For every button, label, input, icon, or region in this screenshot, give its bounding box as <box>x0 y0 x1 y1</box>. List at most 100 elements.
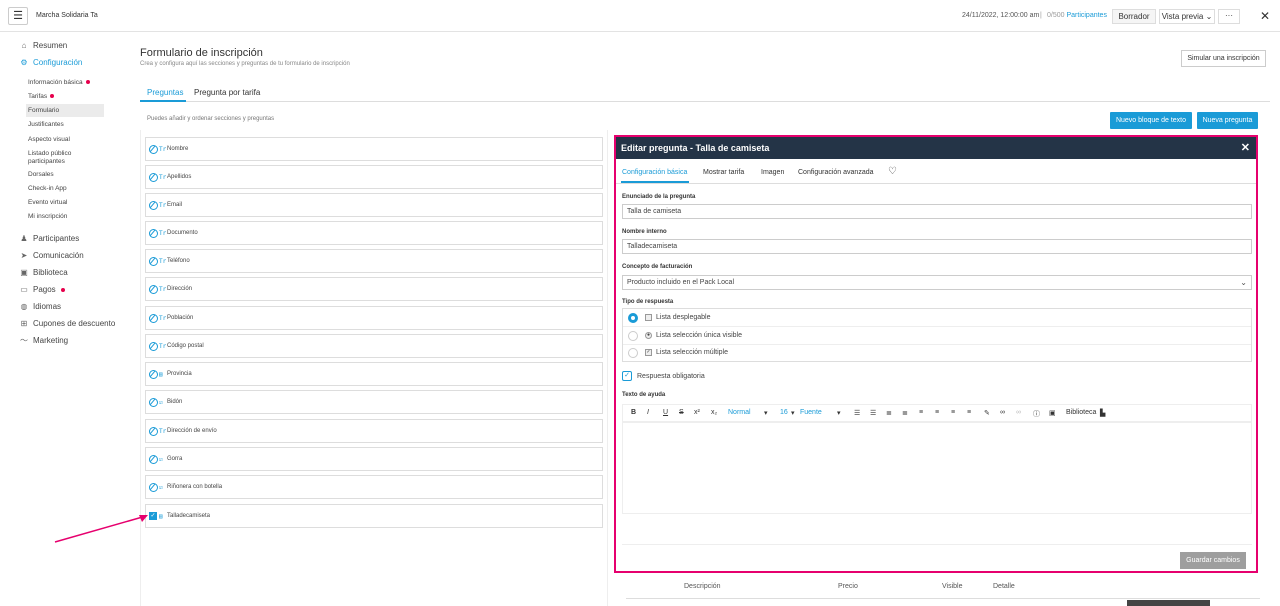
heart-icon[interactable]: ♡ <box>888 166 897 177</box>
align-left-icon[interactable]: ≡ <box>919 409 923 416</box>
visible-checkbox[interactable]: ✓ <box>149 512 157 520</box>
question-row[interactable]: Tr Email <box>145 193 603 217</box>
draft-button[interactable]: Borrador <box>1112 9 1156 24</box>
question-row[interactable]: ☑ Bidón <box>145 390 603 414</box>
checkbox-type-icon: ✓ <box>645 349 652 356</box>
visibility-off-icon[interactable] <box>149 370 158 379</box>
visibility-off-icon[interactable] <box>149 483 158 492</box>
visibility-off-icon[interactable] <box>149 342 158 351</box>
close-icon[interactable]: ✕ <box>1241 137 1250 159</box>
tab-configuracion-basica[interactable]: Configuración básica <box>622 169 687 176</box>
visibility-off-icon[interactable] <box>149 201 158 210</box>
sidebar-subitem-informacion-basica[interactable]: Información básica <box>28 79 106 87</box>
tab-preguntas[interactable]: Preguntas <box>147 88 183 97</box>
tab-imagen[interactable]: Imagen <box>761 169 784 176</box>
radio-seleccion-unica[interactable] <box>628 331 638 341</box>
visibility-off-icon[interactable] <box>149 257 158 266</box>
question-row[interactable]: Tr Documento <box>145 221 603 245</box>
library-icon[interactable]: ▙ <box>1100 409 1105 417</box>
link-icon[interactable]: ∞ <box>1000 409 1005 416</box>
sidebar-subitem-evento-virtual[interactable]: Evento virtual <box>28 199 106 207</box>
new-text-block-button[interactable]: Nuevo bloque de texto <box>1110 112 1192 129</box>
sidebar-item-comunicacion[interactable]: ➤ Comunicación <box>20 251 84 260</box>
mandatory-checkbox-row[interactable]: ✓ Respuesta obligatoria <box>622 371 705 381</box>
radio-seleccion-multiple[interactable] <box>628 348 638 358</box>
visibility-off-icon[interactable] <box>149 173 158 182</box>
info-icon[interactable]: ⓘ <box>1033 409 1040 419</box>
question-row[interactable]: Tr Dirección <box>145 277 603 301</box>
sidebar-item-pagos[interactable]: ▭ Pagos <box>20 285 65 294</box>
unlink-icon[interactable]: ∞ <box>1016 409 1021 416</box>
question-row[interactable]: ☑ Gorra <box>145 447 603 471</box>
underline-button[interactable]: U <box>663 409 668 416</box>
visibility-off-icon[interactable] <box>149 145 158 154</box>
preview-button[interactable]: Vista previa ⌄ <box>1159 9 1215 24</box>
sidebar-subitem-justificantes[interactable]: Justificantes <box>28 121 106 129</box>
question-row[interactable]: Tr Población <box>145 306 603 330</box>
visibility-off-icon[interactable] <box>149 285 158 294</box>
save-changes-button[interactable]: Guardar cambios <box>1180 552 1246 569</box>
sidebar-subitem-dorsales[interactable]: Dorsales <box>28 171 106 179</box>
tab-pregunta-por-tarifa[interactable]: Pregunta por tarifa <box>194 88 260 97</box>
align-center-icon[interactable]: ≡ <box>935 409 939 416</box>
library-button[interactable]: Biblioteca <box>1066 409 1096 416</box>
visibility-off-icon[interactable] <box>149 314 158 323</box>
sidebar-subitem-mi-inscripcion[interactable]: Mi inscripción <box>28 213 106 221</box>
tab-mostrar-tarifa[interactable]: Mostrar tarifa <box>703 169 744 176</box>
image-icon[interactable]: ▣ <box>1049 409 1056 417</box>
sidebar-item-configuracion[interactable]: ⚙ Configuración <box>20 58 82 67</box>
statement-input[interactable]: Talla de camiseta <box>622 204 1252 219</box>
sidebar-subitem-tarifas[interactable]: Tarifas <box>28 93 106 101</box>
simulate-registration-button[interactable]: Simular una inscripción <box>1181 50 1266 67</box>
bullet-list-icon[interactable]: ☰ <box>854 409 860 417</box>
visibility-off-icon[interactable] <box>149 398 158 407</box>
superscript-button[interactable]: x² <box>694 409 700 416</box>
radio-lista-desplegable[interactable] <box>628 313 638 323</box>
visibility-off-icon[interactable] <box>149 427 158 436</box>
format-select[interactable]: Normal <box>728 409 751 416</box>
sidebar-item-cupones[interactable]: ⊞ Cupones de descuento <box>20 319 116 328</box>
internal-name-input[interactable]: Talladecamiseta <box>622 239 1252 254</box>
sidebar-subitem-aspecto-visual[interactable]: Aspecto visual <box>28 136 106 144</box>
sidebar-item-marketing[interactable]: 〜 Marketing <box>20 336 68 345</box>
strike-button[interactable]: S <box>679 409 684 416</box>
question-row[interactable]: Tr Nombre <box>145 137 603 161</box>
font-size-select[interactable]: 16 <box>780 409 788 416</box>
font-select[interactable]: Fuente <box>800 409 822 416</box>
tab-configuracion-avanzada[interactable]: Configuración avanzada <box>798 169 874 176</box>
question-row[interactable]: ☑ Riñonera con botella <box>145 475 603 499</box>
italic-button[interactable]: I <box>647 409 649 416</box>
participants-counter[interactable]: 0/500 Participantes <box>1047 12 1107 19</box>
sidebar-subitem-checkin-app[interactable]: Check-in App <box>28 185 106 193</box>
brush-icon[interactable]: ✎ <box>984 409 990 417</box>
mandatory-checkbox[interactable]: ✓ <box>622 371 632 381</box>
billing-concept-select[interactable]: Producto incluido en el Pack Local ⌄ <box>622 275 1252 290</box>
sidebar-subitem-formulario[interactable]: Formulario <box>26 104 104 117</box>
question-row[interactable]: ▤ Provincia <box>145 362 603 386</box>
sidebar-item-participantes[interactable]: ♟ Participantes <box>20 234 79 243</box>
sidebar-item-resumen[interactable]: ⌂ Resumen <box>20 41 68 50</box>
outdent-icon[interactable]: ≣ <box>886 409 892 417</box>
help-text-editor[interactable] <box>622 422 1252 514</box>
bold-button[interactable]: B <box>631 409 636 416</box>
participants-link[interactable]: Participantes <box>1066 12 1106 19</box>
close-icon[interactable]: ✕ <box>1260 9 1270 23</box>
question-row[interactable]: Tr Apellidos <box>145 165 603 189</box>
visibility-off-icon[interactable] <box>149 455 158 464</box>
sidebar-subitem-listado-publico[interactable]: Listado público participantes <box>28 150 84 166</box>
subscript-button[interactable]: x₂ <box>711 409 717 416</box>
question-row[interactable]: Tr Dirección de envío <box>145 419 603 443</box>
visibility-off-icon[interactable] <box>149 229 158 238</box>
more-button[interactable]: ··· <box>1218 9 1240 24</box>
question-row[interactable]: Tr Teléfono <box>145 249 603 273</box>
align-justify-icon[interactable]: ≡ <box>967 409 971 416</box>
question-row-selected[interactable]: ✓ ▤ Talladecamiseta <box>145 504 603 528</box>
numbered-list-icon[interactable]: ☰ <box>870 409 876 417</box>
sidebar-item-biblioteca[interactable]: ▣ Biblioteca <box>20 268 67 277</box>
question-row[interactable]: Tr Código postal <box>145 334 603 358</box>
indent-icon[interactable]: ≣ <box>902 409 908 417</box>
align-right-icon[interactable]: ≡ <box>951 409 955 416</box>
new-question-button[interactable]: Nueva pregunta <box>1197 112 1258 129</box>
hamburger-icon[interactable]: ☰ <box>8 7 28 25</box>
sidebar-item-idiomas[interactable]: ◍ Idiomas <box>20 302 62 311</box>
